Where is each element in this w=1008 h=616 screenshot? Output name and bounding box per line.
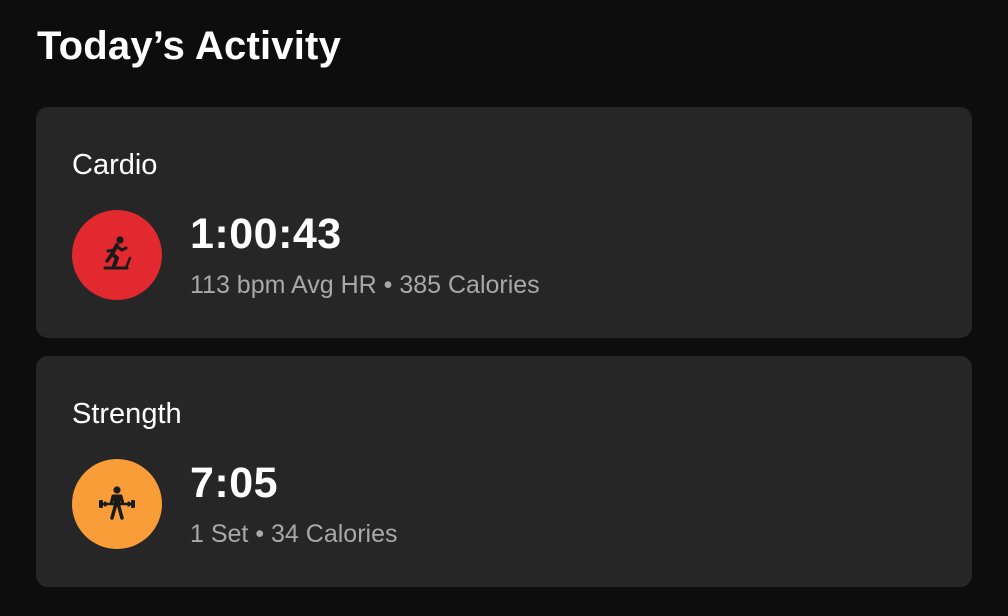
- activity-duration: 7:05: [190, 459, 279, 507]
- cardio-activity-card[interactable]: Cardio 1:00:43 113 bpm Avg HR • 385 Calo…: [36, 107, 972, 338]
- activity-details: 1 Set • 34 Calories: [190, 520, 398, 548]
- strength-activity-card[interactable]: Strength 7:05 1 Set • 34 Calories: [36, 356, 972, 587]
- activity-label: Cardio: [72, 149, 158, 181]
- treadmill-runner-icon: [72, 210, 162, 300]
- page-title: Today’s Activity: [37, 24, 342, 68]
- activity-screen: Today’s Activity Cardio 1:00:43 113 bpm …: [0, 0, 1008, 616]
- activity-details: 113 bpm Avg HR • 385 Calories: [190, 271, 540, 299]
- activity-label: Strength: [72, 398, 182, 430]
- activity-duration: 1:00:43: [190, 210, 342, 258]
- weightlifter-icon: [72, 459, 162, 549]
